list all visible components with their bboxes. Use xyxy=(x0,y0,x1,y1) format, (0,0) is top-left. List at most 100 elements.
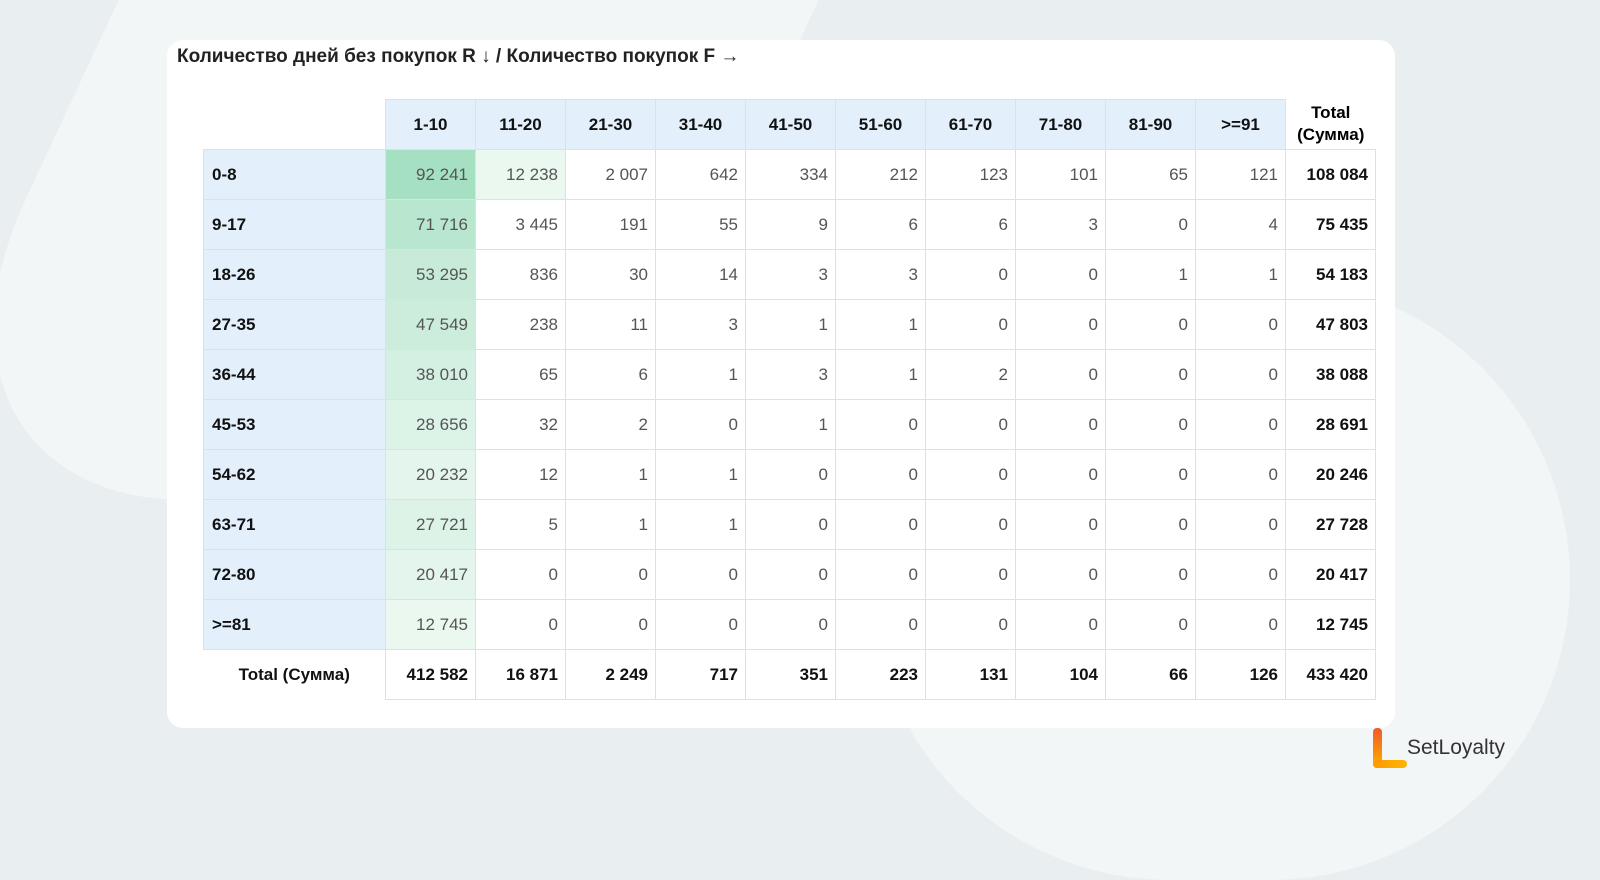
data-cell: 30 xyxy=(565,249,656,300)
table-row: 18-26 53 295 836 30 14 3 3 0 0 1 1 54 183 xyxy=(203,249,1376,300)
total-row-label: Total (Сумма) xyxy=(238,664,350,684)
data-cell: 20 417 xyxy=(385,549,476,600)
column-header: 61-70 xyxy=(925,99,1016,150)
total-header-line: (Сумма) xyxy=(1297,125,1365,145)
data-cell: 11 xyxy=(565,299,656,350)
data-cell: 121 xyxy=(1195,149,1286,200)
data-cell: 6 xyxy=(565,349,656,400)
data-cell: 0 xyxy=(1015,499,1106,550)
data-cell: 0 xyxy=(1015,299,1106,350)
setloyalty-logo: SetLoyalty xyxy=(1373,728,1505,768)
column-total: 2 249 xyxy=(565,649,656,700)
data-cell: 53 295 xyxy=(385,249,476,300)
data-cell: 0 xyxy=(925,449,1016,500)
row-total: 47 803 xyxy=(1285,299,1376,350)
table-title: Количество дней без покупок R ↓ / Количе… xyxy=(177,46,740,67)
data-cell: 1 xyxy=(835,349,926,400)
column-total: 104 xyxy=(1015,649,1106,700)
data-cell: 20 232 xyxy=(385,449,476,500)
data-cell: 3 xyxy=(835,249,926,300)
brand-name: SetLoyalty xyxy=(1407,736,1506,759)
column-total: 717 xyxy=(655,649,746,700)
table-row: 0-8 92 241 12 238 2 007 642 334 212 123 101 65 121… xyxy=(203,149,1376,200)
total-column-header: Total (Сумма) xyxy=(1286,100,1376,150)
data-cell: 0 xyxy=(1195,449,1286,500)
table-row: 45-53 28 656 32 2 0 1 0 0 0 0 0 28 691 xyxy=(203,399,1376,450)
row-label: 63-71 xyxy=(203,499,386,550)
row-label: 45-53 xyxy=(203,399,386,450)
data-cell: 55 xyxy=(655,199,746,250)
data-cell: 1 xyxy=(565,499,656,550)
data-cell: 0 xyxy=(925,599,1016,650)
data-cell: 0 xyxy=(1105,449,1196,500)
data-cell: 0 xyxy=(1105,599,1196,650)
row-total: 54 183 xyxy=(1285,249,1376,300)
data-cell: 101 xyxy=(1015,149,1106,200)
data-cell: 334 xyxy=(745,149,836,200)
data-cell: 0 xyxy=(925,299,1016,350)
data-cell: 0 xyxy=(1195,399,1286,450)
data-cell: 0 xyxy=(1105,399,1196,450)
data-cell: 123 xyxy=(925,149,1016,200)
data-cell: 3 xyxy=(1015,199,1106,250)
column-header: 71-80 xyxy=(1015,99,1106,150)
table-row: 9-17 71 716 3 445 191 55 9 6 6 3 0 4 75 435 xyxy=(203,199,1376,250)
data-cell: 0 xyxy=(565,549,656,600)
data-cell: 65 xyxy=(1105,149,1196,200)
data-cell: 0 xyxy=(475,549,566,600)
data-cell: 0 xyxy=(745,499,836,550)
data-cell: 2 007 xyxy=(565,149,656,200)
row-total: 75 435 xyxy=(1285,199,1376,250)
data-cell: 1 xyxy=(745,299,836,350)
data-cell: 12 238 xyxy=(475,149,566,200)
data-cell: 0 xyxy=(745,449,836,500)
data-cell: 0 xyxy=(655,399,746,450)
header-row: 1-10 11-20 21-30 31-40 41-50 51-60 61-70 71-80 8… xyxy=(204,99,1376,150)
row-label: >=81 xyxy=(203,599,386,650)
data-cell: 28 656 xyxy=(385,399,476,450)
data-cell: 0 xyxy=(925,249,1016,300)
row-total: 27 728 xyxy=(1285,499,1376,550)
table-row: 63-71 27 721 5 1 1 0 0 0 0 0 0 27 728 xyxy=(203,499,1376,550)
data-cell: 2 xyxy=(925,349,1016,400)
data-cell: 14 xyxy=(655,249,746,300)
data-cell: 0 xyxy=(1105,549,1196,600)
data-cell: 0 xyxy=(1195,549,1286,600)
data-cell: 0 xyxy=(1195,499,1286,550)
data-cell: 0 xyxy=(1015,549,1106,600)
row-label: 27-35 xyxy=(203,299,386,350)
data-cell: 38 010 xyxy=(385,349,476,400)
data-cell: 2 xyxy=(565,399,656,450)
data-cell: 0 xyxy=(745,549,836,600)
data-cell: 65 xyxy=(475,349,566,400)
data-cell: 71 716 xyxy=(385,199,476,250)
data-cell: 0 xyxy=(1015,249,1106,300)
row-label: 9-17 xyxy=(203,199,386,250)
data-cell: 0 xyxy=(1015,449,1106,500)
column-header: 11-20 xyxy=(475,99,566,150)
column-header: >=91 xyxy=(1195,99,1286,150)
row-label: 72-80 xyxy=(203,549,386,600)
data-cell: 6 xyxy=(925,199,1016,250)
data-cell: 27 721 xyxy=(385,499,476,550)
data-cell: 12 xyxy=(475,449,566,500)
data-cell: 0 xyxy=(1105,299,1196,350)
data-cell: 0 xyxy=(835,599,926,650)
data-cell: 0 xyxy=(1195,599,1286,650)
column-total: 126 xyxy=(1195,649,1286,700)
data-cell: 0 xyxy=(1105,199,1196,250)
data-cell: 1 xyxy=(1195,249,1286,300)
column-total: 16 871 xyxy=(475,649,566,700)
row-label: 54-62 xyxy=(203,449,386,500)
column-total: 412 582 xyxy=(385,649,476,700)
data-cell: 0 xyxy=(1015,349,1106,400)
column-header: 1-10 xyxy=(385,99,476,150)
column-header: 41-50 xyxy=(745,99,836,150)
data-cell: 0 xyxy=(1105,349,1196,400)
total-header-line: Total xyxy=(1311,103,1351,123)
column-total: 131 xyxy=(925,649,1016,700)
data-cell: 9 xyxy=(745,199,836,250)
data-cell: 0 xyxy=(835,499,926,550)
table-row: 54-62 20 232 12 1 1 0 0 0 0 0 0 20 246 xyxy=(203,449,1376,500)
data-cell: 3 xyxy=(655,299,746,350)
